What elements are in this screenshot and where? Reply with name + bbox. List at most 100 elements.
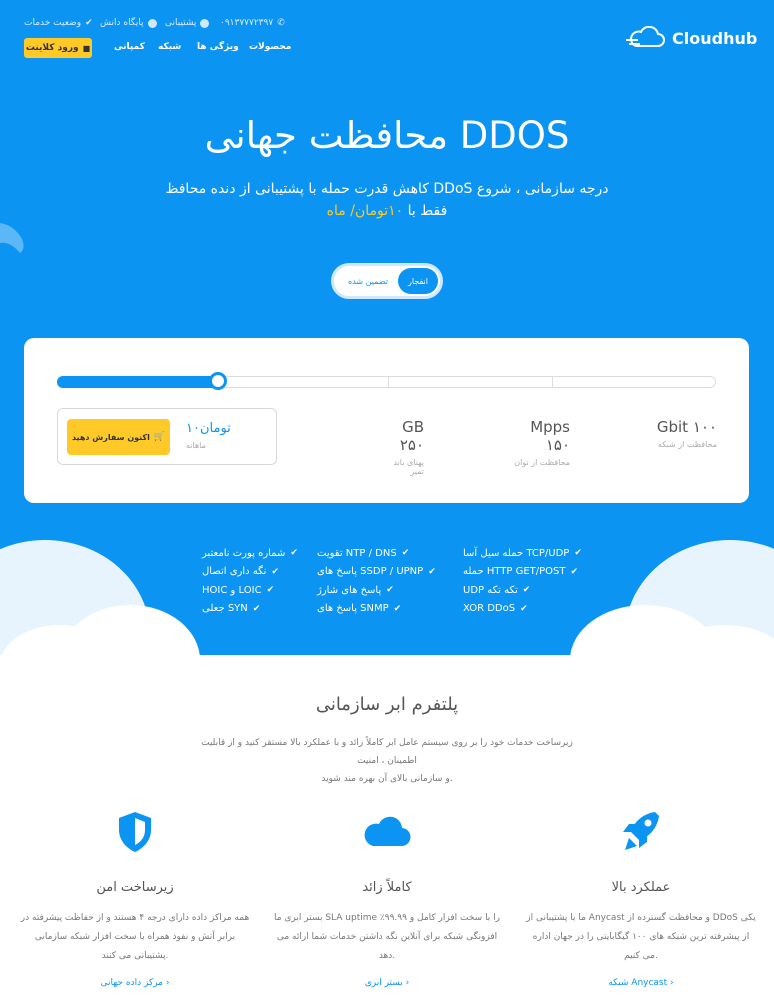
client-login-label: ورود کلاینت <box>25 43 79 53</box>
hero-subtitle-prefix: فقط با <box>407 203 448 219</box>
hero-subtitle-line2: فقط با ۱۰تومان/ ماه <box>0 200 774 222</box>
price-value: ۱۰تومان <box>186 421 231 436</box>
feature-item: HOIC و LOIC ✔ <box>202 581 300 600</box>
nav-company[interactable]: کمپانی <box>114 42 145 56</box>
brand-logo[interactable]: Cloudhub <box>626 26 757 50</box>
support-link[interactable]: پشتیبانی <box>165 18 210 28</box>
feature-item: حمله HTTP GET/POST ✔ <box>463 563 584 582</box>
order-now-label: اکنون سفارش دهید <box>71 432 150 442</box>
brand-name: Cloudhub <box>672 28 758 48</box>
feature-card-secure: زیرساخت امن همه مراکز داده دارای درجه ۴ … <box>20 810 250 988</box>
feature-card-text: ما با پشتیبانی از Anycast و محافظت گسترد… <box>526 913 756 961</box>
phone-icon: ✆ <box>277 18 285 28</box>
check-icon: ✔ <box>85 18 93 28</box>
pricing-card: اکنون سفارش دهید 🛒 ۱۰تومان ماهانه GB ۲۵۰… <box>24 338 749 503</box>
order-box: اکنون سفارش دهید 🛒 ۱۰تومان ماهانه <box>57 408 277 465</box>
hero-section: وضعیت خدمات ✔ پایگاه دانش پشتیبانی ۰۹۱۳۷… <box>0 0 774 655</box>
cloud-icon-wrap <box>272 810 502 854</box>
feature-card-title: زیرساخت امن <box>96 880 174 895</box>
check-icon: ✔ <box>252 603 261 614</box>
check-icon: ✔ <box>428 566 436 577</box>
check-icon: ✔ <box>271 566 280 577</box>
toggle-guaranteed[interactable]: تضمین شده <box>342 268 394 294</box>
spec-value: Mpps ۱۵۰ <box>530 418 570 454</box>
phone-number: ۰۹۱۳۷۷۷۲۳۹۷ <box>220 18 274 28</box>
slider-handle[interactable] <box>209 372 227 390</box>
spec-bandwidth: GB ۲۵۰ پهنای باند تمیز <box>379 418 424 476</box>
feature-label: تقویت NTP / DNS <box>317 547 397 559</box>
toggle-burst[interactable]: انفجار <box>398 268 438 294</box>
slider-tick <box>552 377 553 387</box>
nav-products[interactable]: محصولات <box>249 42 291 56</box>
support-label: پشتیبانی <box>165 18 197 28</box>
feature-item: شماره پورت نامعتبر ✔ <box>202 544 300 563</box>
check-icon: ✔ <box>574 548 582 559</box>
spec-value: GB ۲۵۰ <box>399 418 424 454</box>
client-login-button[interactable]: ورود کلاینت ■ <box>24 38 92 58</box>
service-status-label: وضعیت خدمات <box>24 18 82 28</box>
cart-icon: 🛒 <box>153 432 166 442</box>
phone-link[interactable]: ۰۹۱۳۷۷۷۲۳۹۷ ✆ <box>220 18 285 28</box>
feature-card-title: عملکرد بالا <box>611 880 671 895</box>
spec-label: پهنای باند تمیز <box>393 458 424 476</box>
cloud-icon <box>364 816 411 847</box>
check-icon: ✔ <box>522 585 531 596</box>
feature-label: حمله HTTP GET/POST <box>463 566 566 578</box>
check-icon: ✔ <box>386 585 394 596</box>
feature-label: پاسخ های شارژ <box>317 584 382 596</box>
feature-item: پاسخ های SNMP ✔ <box>317 600 438 619</box>
check-icon: ✔ <box>290 548 298 559</box>
feature-label: HOIC و LOIC <box>202 584 262 596</box>
feature-card-text: همه مراکز داده دارای درجه ۴ هستند و از ح… <box>20 913 250 961</box>
cloud-platform-link[interactable]: بستر ابری › <box>272 978 502 988</box>
link-label: مرکز داده جهانی <box>100 978 163 988</box>
global-datacenter-link[interactable]: مرکز داده جهانی › <box>20 978 250 988</box>
feature-label: UDP تکه تکه <box>463 584 518 596</box>
feature-item: پاسخ های SSDP / UPNP ✔ <box>317 563 438 582</box>
anycast-network-link[interactable]: شبکه Anycast › <box>526 978 756 988</box>
spec-label: محافظت از شبکه <box>657 440 717 449</box>
chat-icon <box>200 18 210 28</box>
knowledge-base-link[interactable]: پایگاه دانش <box>100 18 157 28</box>
feature-item: تقویت NTP / DNS ✔ <box>317 544 438 563</box>
spec-value: Gbit ۱۰۰ <box>656 418 717 436</box>
rocket-icon-wrap <box>526 810 756 854</box>
feature-label: پاسخ های SNMP <box>317 603 389 615</box>
shield-icon-wrap <box>20 810 250 854</box>
feature-card-redundant: کاملاً زائد بستر ابری ما SLA uptime ٪۹۹.… <box>272 810 502 988</box>
feature-label: جعلی SYN <box>202 603 248 615</box>
check-icon: ✔ <box>520 603 528 614</box>
check-icon: ✔ <box>570 566 579 577</box>
feature-label: پاسخ های SSDP / UPNP <box>317 566 424 578</box>
slider-tick <box>388 377 389 387</box>
spec-label: محافظت از توان <box>514 458 570 467</box>
chevron-right-icon: › <box>670 978 674 988</box>
chevron-right-icon: › <box>405 978 410 988</box>
question-icon <box>147 18 157 28</box>
check-icon: ✔ <box>393 603 402 614</box>
feature-label: حمله سیل آسا TCP/UDP <box>463 547 570 559</box>
feature-card-performance: عملکرد بالا ما با پشتیبانی از Anycast و … <box>526 810 756 988</box>
platform-text: زیرساخت خدمات خود را بر روی سیستم عامل ا… <box>187 734 587 788</box>
hero-title: محافظت جهانی DDOS <box>204 114 570 157</box>
feature-label: شماره پورت نامعتبر <box>202 547 286 559</box>
service-status-link[interactable]: وضعیت خدمات ✔ <box>24 18 93 28</box>
feature-card-text: بستر ابری ما SLA uptime ٪۹۹.۹۹ را با سخت… <box>273 913 501 961</box>
features-column-3: شماره پورت نامعتبر ✔ نگه داری اتصال ✔ HOIC… <box>202 544 300 618</box>
knowledge-base-label: پایگاه دانش <box>100 18 144 28</box>
order-now-button[interactable]: اکنون سفارش دهید 🛒 <box>67 419 170 455</box>
price-period: ماهانه <box>186 441 206 450</box>
check-icon: ✔ <box>401 548 410 559</box>
nav-network[interactable]: شبکه <box>158 42 181 56</box>
plan-toggle[interactable]: تضمین شده انفجار <box>331 263 443 299</box>
platform-text-line1: زیرساخت خدمات خود را بر روی سیستم عامل ا… <box>201 738 573 766</box>
nav-features[interactable]: ویژگی ها <box>197 42 239 56</box>
feature-item: جعلی SYN ✔ <box>202 600 300 619</box>
hero-subtitle-price: ۱۰تومان/ ماه <box>326 203 404 219</box>
feature-label: XOR DDoS <box>463 603 516 615</box>
link-label: بستر ابری <box>364 978 403 988</box>
hero-subtitle-line1: کاهش قدرت حمله با پشتیبانی از دنده محافظ… <box>165 181 609 197</box>
shield-icon <box>119 812 151 852</box>
feature-item: حمله سیل آسا TCP/UDP ✔ <box>463 544 584 563</box>
platform-title: پلتفرم ابر سازمانی <box>315 694 459 715</box>
